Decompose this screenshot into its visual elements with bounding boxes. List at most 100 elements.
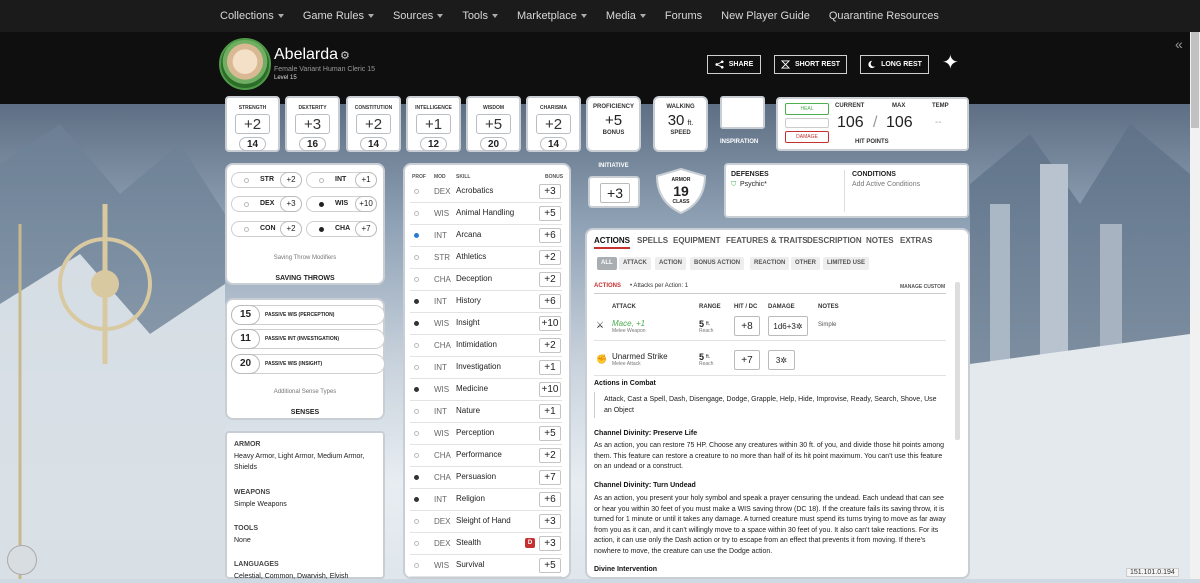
filter-bonus-action[interactable]: BONUS ACTION xyxy=(690,257,745,270)
chevron-down-icon xyxy=(367,14,374,18)
hit-points-title: HIT POINTS xyxy=(855,139,889,145)
nav-forums[interactable]: Forums xyxy=(665,10,702,22)
skill-intimidation[interactable]: CHA Intimidation +2 xyxy=(410,335,562,357)
tab-actions[interactable]: ACTIONS xyxy=(594,236,630,249)
tab-notes[interactable]: NOTES xyxy=(866,236,894,245)
saving-throw-con[interactable]: CON +2 xyxy=(231,221,302,237)
attack-reach-unarmed: Reach xyxy=(699,361,714,367)
attack-hit-unarmed[interactable]: +7 xyxy=(734,350,760,370)
skill-modifier: CHA xyxy=(434,275,451,284)
heal-button[interactable]: HEAL xyxy=(785,103,829,115)
skill-deception[interactable]: CHA Deception +2 xyxy=(410,269,562,291)
dice-roller-icon[interactable] xyxy=(7,545,37,575)
ability-modifier[interactable]: +3 xyxy=(295,114,330,134)
attack-damage-mace[interactable]: 1d6+3✲ xyxy=(768,316,808,336)
attack-range-unit-mace: ft. xyxy=(706,321,711,327)
nav-tools[interactable]: Tools xyxy=(462,10,498,22)
ability-modifier[interactable]: +1 xyxy=(416,114,451,134)
saving-throw-value: +1 xyxy=(355,172,377,188)
skill-persuasion[interactable]: CHA Persuasion +7 xyxy=(410,467,562,489)
attack-type-unarmed: Melee Attack xyxy=(612,361,641,367)
short-rest-button[interactable]: SHORT REST xyxy=(774,55,847,74)
damage-button[interactable]: DAMAGE xyxy=(785,131,829,143)
skill-investigation[interactable]: INT Investigation +1 xyxy=(410,357,562,379)
saving-throw-cha[interactable]: CHA +7 xyxy=(306,221,377,237)
add-conditions-link[interactable]: Add Active Conditions xyxy=(852,181,920,188)
collapse-sidebar-icon[interactable]: « xyxy=(1175,36,1183,52)
filter-attack[interactable]: ATTACK xyxy=(619,257,651,270)
skill-athletics[interactable]: STR Athletics +2 xyxy=(410,247,562,269)
filter-action[interactable]: ACTION xyxy=(655,257,686,270)
actions-in-combat-list: Attack, Cast a Spell, Dash, Disengage, D… xyxy=(604,396,937,414)
actions-scrollbar[interactable] xyxy=(955,282,960,440)
temp-hp-value[interactable]: -- xyxy=(935,117,942,128)
page-scrollbar[interactable] xyxy=(1190,32,1200,579)
ability-modifier[interactable]: +5 xyxy=(476,114,511,134)
skill-bonus: +5 xyxy=(539,206,561,221)
skill-arcana[interactable]: INT Arcana +6 xyxy=(410,225,562,247)
manage-custom-link[interactable]: MANAGE CUSTOM xyxy=(900,284,945,290)
tab-equipment[interactable]: EQUIPMENT xyxy=(673,236,721,245)
skill-insight[interactable]: WIS Insight +10 xyxy=(410,313,562,335)
filter-reaction[interactable]: REACTION xyxy=(750,257,790,270)
actions-section-label: ACTIONS xyxy=(594,283,621,289)
proficiency-dot xyxy=(319,178,324,183)
current-hp-label: CURRENT xyxy=(835,103,865,109)
character-avatar[interactable] xyxy=(219,38,271,90)
settings-gear-icon[interactable]: ⚙ xyxy=(340,49,350,62)
tab-features-traits[interactable]: FEATURES & TRAITS xyxy=(726,236,808,245)
ability-modifier[interactable]: +2 xyxy=(536,114,571,134)
ability-modifier[interactable]: +2 xyxy=(235,114,270,134)
senses-title: SENSES xyxy=(290,409,320,416)
skill-survival[interactable]: WIS Survival +5 xyxy=(410,555,562,577)
disadvantage-badge: D xyxy=(525,538,535,548)
tab-extras[interactable]: EXTRAS xyxy=(900,236,932,245)
nav-sources[interactable]: Sources xyxy=(393,10,444,22)
long-rest-button[interactable]: LONG REST xyxy=(860,55,929,74)
skill-acrobatics[interactable]: DEX Acrobatics +3 xyxy=(410,181,562,203)
saving-throw-wis[interactable]: WIS +10 xyxy=(306,196,377,212)
saving-throw-value: +2 xyxy=(280,221,302,237)
nav-new-player-guide[interactable]: New Player Guide xyxy=(721,10,810,22)
attack-type-mace: Melee Weapon xyxy=(612,328,646,334)
saving-throw-int[interactable]: INT +1 xyxy=(306,172,377,188)
skill-nature[interactable]: INT Nature +1 xyxy=(410,401,562,423)
filter-other[interactable]: OTHER xyxy=(791,257,820,270)
filter-limited-use[interactable]: LIMITED USE xyxy=(823,257,870,270)
nav-marketplace[interactable]: Marketplace xyxy=(517,10,587,22)
skill-name: Performance xyxy=(456,450,502,459)
skill-bonus: +1 xyxy=(539,404,561,419)
inspiration-toggle[interactable] xyxy=(720,96,765,129)
attack-hit-mace[interactable]: +8 xyxy=(734,316,760,336)
share-button[interactable]: SHARE xyxy=(707,55,761,74)
saving-throw-label: INT xyxy=(335,176,347,183)
nav-quarantine-resources[interactable]: Quarantine Resources xyxy=(829,10,939,22)
skill-medicine[interactable]: WIS Medicine +10 xyxy=(410,379,562,401)
skill-perception[interactable]: WIS Perception +5 xyxy=(410,423,562,445)
nav-media[interactable]: Media xyxy=(606,10,646,22)
saving-throw-label: CHA xyxy=(335,225,351,232)
tab-description[interactable]: DESCRIPTION xyxy=(807,236,862,245)
attack-name-mace[interactable]: Mace, +1 xyxy=(612,319,645,328)
skill-animal-handling[interactable]: WIS Animal Handling +5 xyxy=(410,203,562,225)
initiative-value[interactable]: +3 xyxy=(600,183,630,203)
skill-modifier: INT xyxy=(434,407,447,416)
nav-collections[interactable]: Collections xyxy=(220,10,284,22)
ability-modifier[interactable]: +2 xyxy=(356,114,391,134)
skill-performance[interactable]: CHA Performance +2 xyxy=(410,445,562,467)
attack-damage-unarmed[interactable]: 3✲ xyxy=(768,350,795,370)
share-icon xyxy=(715,60,724,69)
saving-throw-label: WIS xyxy=(335,200,349,207)
skill-religion[interactable]: INT Religion +6 xyxy=(410,489,562,511)
passive-sense-label: PASSIVE INT (INVESTIGATION) xyxy=(265,336,339,342)
filter-all[interactable]: ALL xyxy=(597,257,617,270)
attack-name-unarmed[interactable]: Unarmed Strike xyxy=(612,352,668,361)
tab-spells[interactable]: SPELLS xyxy=(637,236,668,245)
skill-stealth[interactable]: DEX Stealth D +3 xyxy=(410,533,562,555)
hp-amount-input[interactable] xyxy=(785,118,829,128)
nav-game-rules[interactable]: Game Rules xyxy=(303,10,374,22)
saving-throw-str[interactable]: STR +2 xyxy=(231,172,302,188)
saving-throw-dex[interactable]: DEX +3 xyxy=(231,196,302,212)
skill-history[interactable]: INT History +6 xyxy=(410,291,562,313)
skill-sleight-of-hand[interactable]: DEX Sleight of Hand +3 xyxy=(410,511,562,533)
